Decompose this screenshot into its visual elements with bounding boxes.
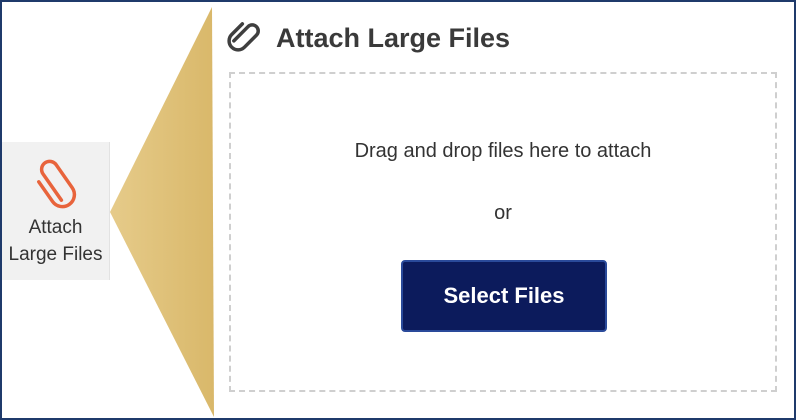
screenshot-frame: Attach Large Files Attach Large Files Dra… [0,0,796,420]
select-files-button[interactable]: Select Files [401,260,607,332]
paperclip-icon [36,159,76,209]
attach-large-files-ribbon-button[interactable]: Attach Large Files [2,142,110,280]
file-dropzone[interactable]: Drag and drop files here to attach or Se… [229,72,777,392]
dialog-title: Attach Large Files [276,22,511,53]
dropzone-instruction: Drag and drop files here to attach [354,140,652,162]
callout-wedge [110,7,214,417]
dialog-header: Attach Large Files [226,20,510,56]
paperclip-icon [227,22,260,52]
dropzone-or-text: or [494,202,512,224]
attach-large-files-dialog: Attach Large Files Drag and drop files h… [214,2,794,418]
ribbon-button-label: Attach Large Files [8,217,103,265]
